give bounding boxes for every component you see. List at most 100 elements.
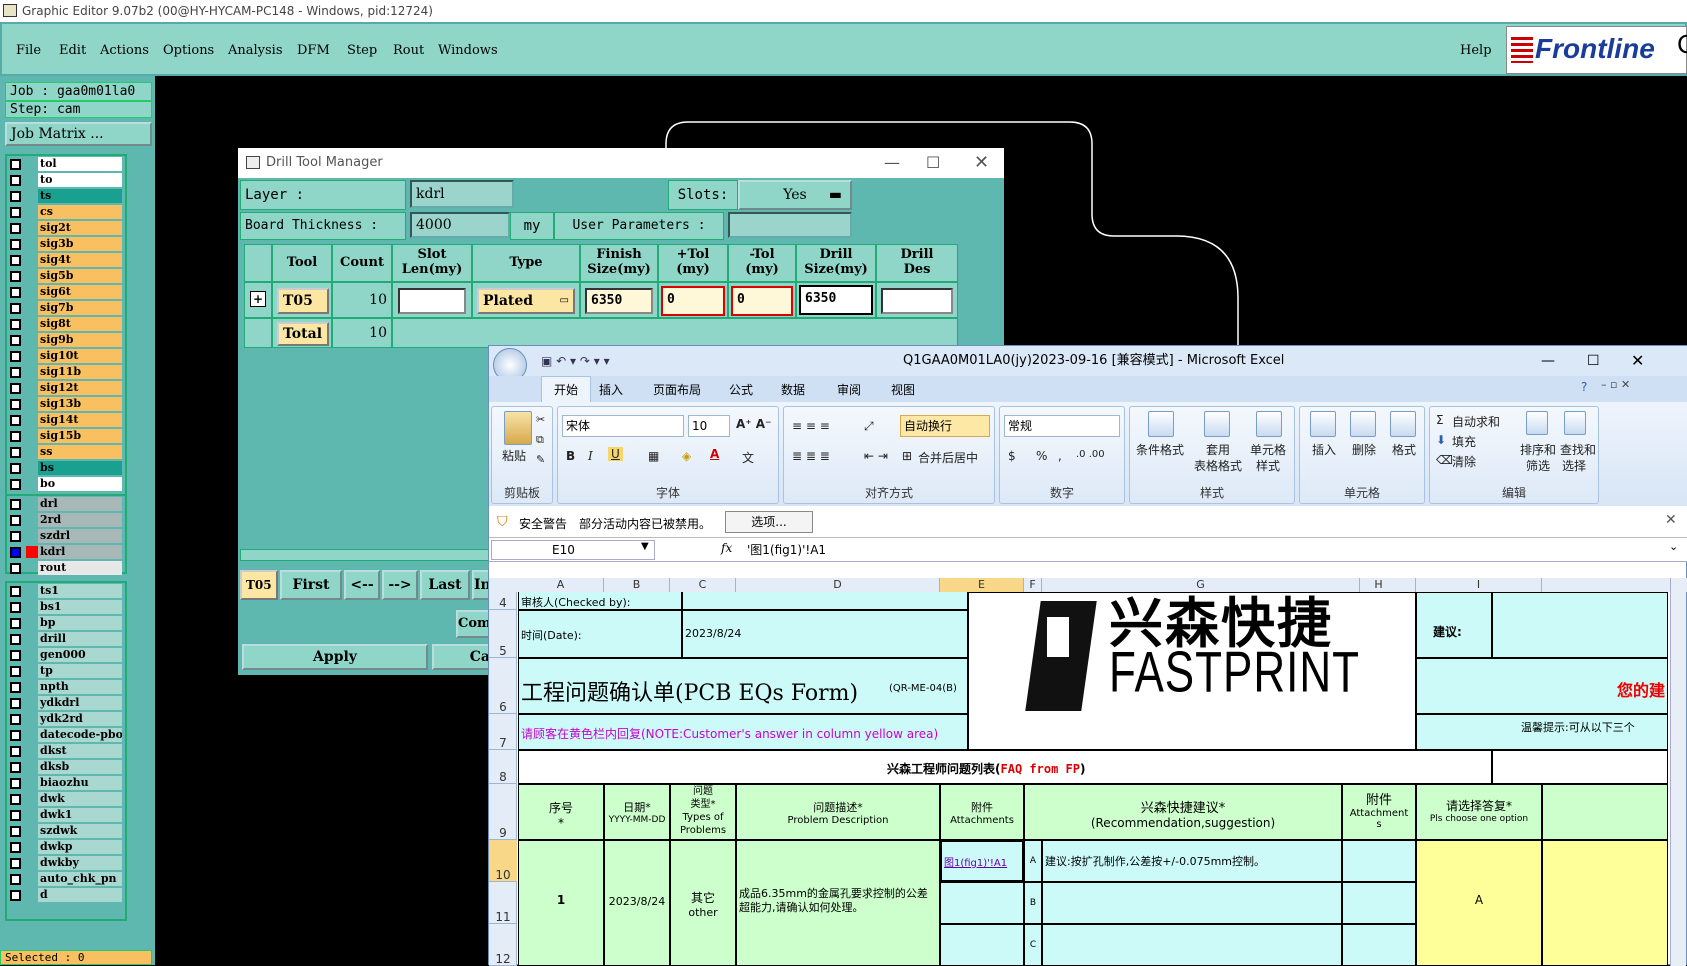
drill-size-input[interactable]: 6350: [799, 285, 873, 315]
layer-name[interactable]: ts1: [38, 584, 122, 598]
sugg-c[interactable]: [1042, 924, 1342, 966]
layer-name[interactable]: sig12t: [38, 381, 122, 395]
layer-field[interactable]: kdrl: [410, 180, 514, 208]
delete-cells-icon[interactable]: [1350, 411, 1376, 437]
layer-name[interactable]: biaozhu: [38, 776, 122, 790]
layer-row[interactable]: dkst: [8, 744, 124, 759]
help-icon[interactable]: ?: [1581, 380, 1587, 394]
table-format-icon[interactable]: [1204, 411, 1230, 437]
maximize-icon[interactable]: ☐: [1587, 346, 1600, 376]
layer-checkbox[interactable]: [10, 890, 21, 901]
ptol-input[interactable]: 0: [661, 286, 725, 316]
layer-checkbox[interactable]: [10, 666, 21, 677]
find-label-1[interactable]: 查找和: [1560, 441, 1596, 458]
layer-checkbox[interactable]: [10, 431, 21, 442]
next-button[interactable]: -->: [382, 570, 418, 600]
currency-icon[interactable]: $: [1008, 449, 1016, 463]
cell-style-label-1[interactable]: 单元格: [1250, 441, 1286, 458]
layer-checkbox[interactable]: [10, 547, 21, 558]
function-icon[interactable]: fx: [721, 541, 732, 555]
autosum-label[interactable]: 自动求和: [1452, 413, 1500, 430]
layer-name[interactable]: auto_chk_pn: [38, 872, 122, 886]
layer-row[interactable]: biaozhu: [8, 776, 124, 791]
layer-checkbox[interactable]: [10, 810, 21, 821]
layer-checkbox[interactable]: [10, 730, 21, 741]
column-header[interactable]: B: [604, 578, 670, 592]
layer-name[interactable]: sig3b: [38, 237, 122, 251]
layer-row[interactable]: auto_chk_pn: [8, 872, 124, 887]
comma-icon[interactable]: ,: [1058, 449, 1062, 463]
layer-name[interactable]: gen000: [38, 648, 122, 662]
layer-checkbox[interactable]: [10, 682, 21, 693]
layer-checkbox[interactable]: [10, 191, 21, 202]
italic-icon[interactable]: I: [588, 449, 593, 463]
layer-row[interactable]: datecode-pbo: [8, 728, 124, 743]
layer-checkbox[interactable]: [10, 287, 21, 298]
suggest-value-cell[interactable]: [1492, 592, 1668, 658]
sugg-b[interactable]: [1042, 882, 1342, 924]
layer-name[interactable]: szdrl: [38, 529, 122, 543]
tab-review[interactable]: 审阅: [837, 381, 861, 398]
layer-checkbox[interactable]: [10, 602, 21, 613]
border-icon[interactable]: ▦: [648, 449, 659, 463]
paste-icon[interactable]: [504, 411, 532, 445]
orientation-icon[interactable]: ⤢: [864, 419, 874, 434]
minimize-icon[interactable]: —: [884, 148, 900, 178]
user-params-field[interactable]: [728, 212, 852, 238]
bold-icon[interactable]: B: [566, 449, 575, 463]
security-options-button[interactable]: 选项...: [725, 511, 813, 533]
row-header[interactable]: 11: [489, 882, 517, 924]
indent-icon[interactable]: ⇤ ⇥: [864, 449, 888, 463]
row-header[interactable]: 7: [489, 714, 517, 750]
layer-row[interactable]: ts: [8, 189, 124, 204]
wrap-text-button[interactable]: 自动换行: [900, 415, 990, 437]
format-cells-icon[interactable]: [1390, 411, 1416, 437]
layer-name[interactable]: sig6t: [38, 285, 122, 299]
conditional-format-icon[interactable]: [1148, 411, 1174, 437]
reviewer-cell[interactable]: 审核人(Checked by):: [518, 592, 682, 610]
layer-name[interactable]: 2rd: [38, 513, 122, 527]
percent-icon[interactable]: %: [1036, 449, 1047, 463]
menu-analysis[interactable]: Analysis: [228, 43, 283, 58]
layer-checkbox[interactable]: [10, 698, 21, 709]
layer-checkbox[interactable]: [10, 367, 21, 378]
layer-checkbox[interactable]: [10, 271, 21, 282]
row-header[interactable]: 6: [489, 658, 517, 714]
layer-checkbox[interactable]: [10, 159, 21, 170]
layer-name[interactable]: cs: [38, 205, 122, 219]
reviewer-value[interactable]: [682, 592, 968, 610]
layer-row[interactable]: dwk: [8, 792, 124, 807]
layer-checkbox[interactable]: [10, 499, 21, 510]
menu-actions[interactable]: Actions: [100, 43, 149, 58]
layer-row[interactable]: dksb: [8, 760, 124, 775]
row-date[interactable]: 2023/8/24: [604, 840, 670, 966]
layer-checkbox[interactable]: [10, 479, 21, 490]
layer-row[interactable]: dwk1: [8, 808, 124, 823]
layer-name[interactable]: ts: [38, 189, 122, 203]
layer-row[interactable]: dwkby: [8, 856, 124, 871]
layer-name[interactable]: sig4t: [38, 253, 122, 267]
layer-checkbox[interactable]: [10, 399, 21, 410]
merge-center-label[interactable]: 合并后居中: [918, 449, 978, 466]
menu-file[interactable]: File: [16, 43, 41, 58]
layer-name[interactable]: d: [38, 888, 122, 902]
layer-checkbox[interactable]: [10, 563, 21, 574]
formula-input[interactable]: '图1(fig1)'!A1: [747, 541, 826, 558]
expand-formula-icon[interactable]: ⌄: [1669, 540, 1678, 553]
first-button[interactable]: First: [280, 570, 342, 600]
layer-row[interactable]: d: [8, 888, 124, 903]
layer-row[interactable]: kdrl: [8, 545, 124, 560]
slot-len-input[interactable]: [398, 288, 466, 314]
layer-row[interactable]: bs: [8, 461, 124, 476]
fill-label[interactable]: 填充: [1452, 433, 1476, 450]
attach2-c[interactable]: [1342, 924, 1416, 966]
menu-edit[interactable]: Edit: [59, 43, 86, 58]
layer-name[interactable]: drl: [38, 497, 122, 511]
date-label-cell[interactable]: 时间(Date):: [518, 610, 682, 658]
number-format-select[interactable]: 常规: [1004, 415, 1120, 437]
layer-row[interactable]: bp: [8, 616, 124, 631]
layer-name[interactable]: ydk2rd: [38, 712, 122, 726]
layer-checkbox[interactable]: [10, 634, 21, 645]
row-expand[interactable]: +: [244, 282, 272, 318]
row-attach-b[interactable]: [940, 882, 1024, 924]
